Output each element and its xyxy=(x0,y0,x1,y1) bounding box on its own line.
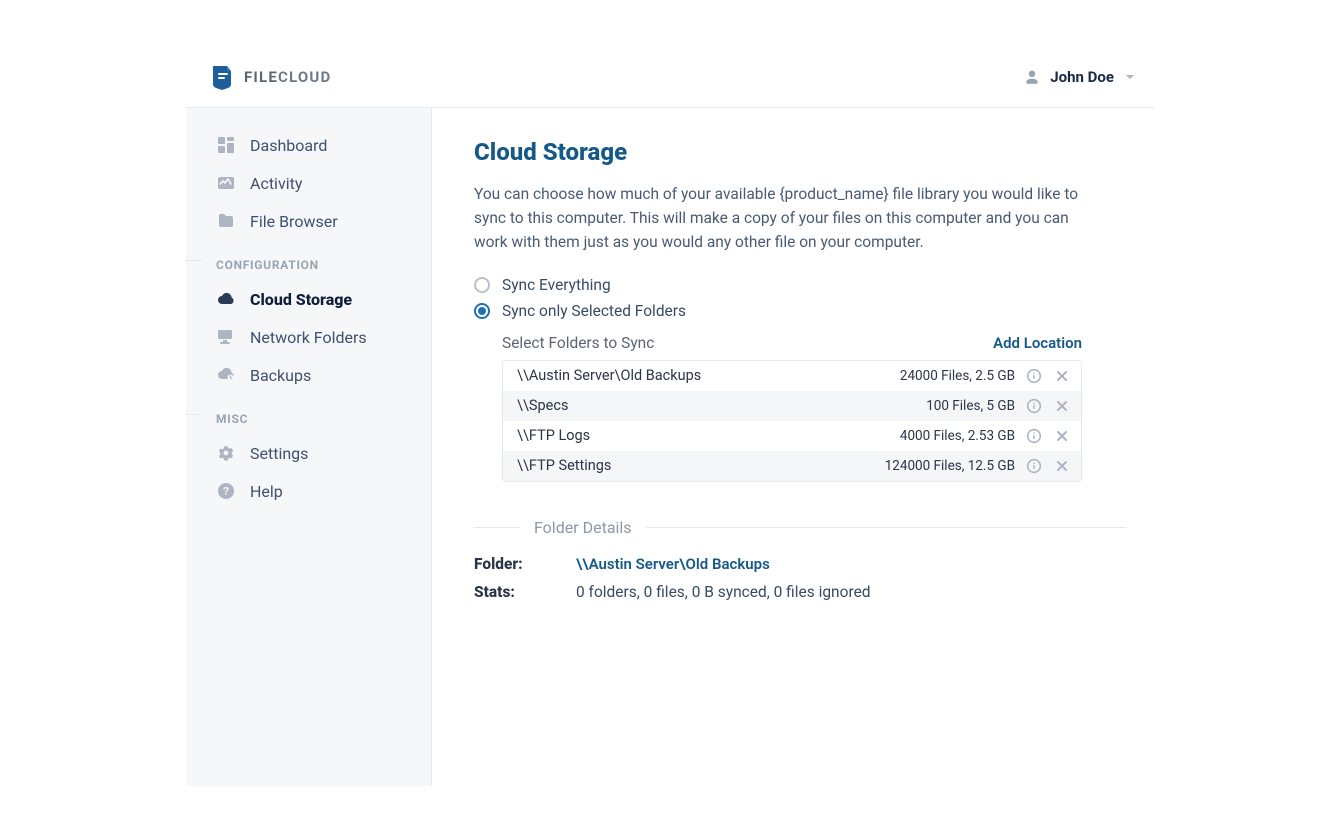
folders-table: \\Austin Server\Old Backups 24000 Files, … xyxy=(502,360,1082,482)
brand-text-strong: FILE xyxy=(244,68,278,86)
row-actions xyxy=(1025,457,1071,475)
svg-text:?: ? xyxy=(223,486,230,498)
add-location-link[interactable]: Add Location xyxy=(993,334,1082,352)
sidebar-section-title: MISC xyxy=(186,394,421,434)
backups-icon xyxy=(216,365,236,385)
settings-icon xyxy=(216,443,236,463)
details-heading: Folder Details xyxy=(534,518,632,537)
sidebar-item-network-folders[interactable]: Network Folders xyxy=(186,318,421,356)
row-path: \\FTP Logs xyxy=(517,427,890,444)
table-row[interactable]: \\FTP Settings 124000 Files, 12.5 GB xyxy=(503,451,1081,481)
panel-title: Select Folders to Sync xyxy=(502,334,654,352)
sidebar-item-help[interactable]: ? Help xyxy=(186,472,421,510)
radio-sync-everything[interactable]: Sync Everything xyxy=(474,276,1126,294)
close-icon[interactable] xyxy=(1053,397,1071,415)
close-icon[interactable] xyxy=(1053,457,1071,475)
user-menu[interactable]: John Doe xyxy=(1024,68,1136,86)
row-actions xyxy=(1025,427,1071,445)
help-icon: ? xyxy=(216,481,236,501)
sidebar-item-settings[interactable]: Settings xyxy=(186,434,421,472)
brand-text-light: CLOUD xyxy=(278,68,331,86)
sidebar-item-label: Dashboard xyxy=(250,136,327,155)
radio-label: Sync Everything xyxy=(502,276,611,294)
row-meta: 100 Files, 5 GB xyxy=(926,398,1015,414)
table-row[interactable]: \\Specs 100 Files, 5 GB xyxy=(503,391,1081,421)
row-path: \\Austin Server\Old Backups xyxy=(517,367,890,384)
sidebar-item-label: File Browser xyxy=(250,212,338,231)
brand: FILECLOUD xyxy=(212,64,331,90)
details-kv: Folder: \\Austin Server\Old Backups Stat… xyxy=(474,555,1126,601)
sidebar-item-file-browser[interactable]: File Browser xyxy=(186,202,421,240)
kv-stats-label: Stats: xyxy=(474,583,552,601)
row-path: \\FTP Settings xyxy=(517,457,875,474)
content: Cloud Storage You can choose how much of… xyxy=(432,108,1154,786)
dashboard-icon xyxy=(216,135,236,155)
activity-icon xyxy=(216,173,236,193)
kv-stats-value: 0 folders, 0 files, 0 B synced, 0 files … xyxy=(576,583,1126,601)
radio-dot xyxy=(474,277,490,293)
radio-dot xyxy=(474,303,490,319)
divider-right xyxy=(646,527,1126,528)
info-icon[interactable] xyxy=(1025,397,1043,415)
user-name: John Doe xyxy=(1050,68,1114,86)
row-meta: 24000 Files, 2.5 GB xyxy=(900,368,1015,384)
info-icon[interactable] xyxy=(1025,427,1043,445)
sync-radio-group: Sync Everything Sync only Selected Folde… xyxy=(474,276,1126,320)
sidebar-item-backups[interactable]: Backups xyxy=(186,356,421,394)
row-path: \\Specs xyxy=(517,397,916,414)
sidebar-item-dashboard[interactable]: Dashboard xyxy=(186,126,421,164)
folder-details: Folder Details Folder: \\Austin Server\O… xyxy=(474,518,1126,601)
info-icon[interactable] xyxy=(1025,457,1043,475)
table-row[interactable]: \\Austin Server\Old Backups 24000 Files, … xyxy=(503,361,1081,391)
folders-panel: Select Folders to Sync Add Location \\Au… xyxy=(502,334,1082,482)
row-meta: 4000 Files, 2.53 GB xyxy=(900,428,1015,444)
network-folders-icon xyxy=(216,327,236,347)
app-window: FILECLOUD John Doe Dashboard Activity File… xyxy=(186,46,1154,786)
sidebar-item-activity[interactable]: Activity xyxy=(186,164,421,202)
cloud-storage-icon xyxy=(216,289,236,309)
sidebar-item-label: Backups xyxy=(250,366,311,385)
close-icon[interactable] xyxy=(1053,367,1071,385)
divider-left xyxy=(474,527,520,528)
sidebar-section-title: CONFIGURATION xyxy=(186,240,421,280)
table-row[interactable]: \\FTP Logs 4000 Files, 2.53 GB xyxy=(503,421,1081,451)
kv-folder-label: Folder: xyxy=(474,555,552,573)
panel-head: Select Folders to Sync Add Location xyxy=(502,334,1082,352)
row-meta: 124000 Files, 12.5 GB xyxy=(885,458,1015,474)
sidebar-item-label: Network Folders xyxy=(250,328,367,347)
sidebar: Dashboard Activity File Browser CONFIGURATI… xyxy=(186,108,432,786)
sidebar-item-label: Help xyxy=(250,482,283,501)
brand-text: FILECLOUD xyxy=(244,68,331,86)
page-lead: You can choose how much of your availabl… xyxy=(474,182,1094,254)
file-browser-icon xyxy=(216,211,236,231)
row-actions xyxy=(1025,367,1071,385)
kv-folder-value[interactable]: \\Austin Server\Old Backups xyxy=(576,555,1126,573)
sidebar-item-label: Activity xyxy=(250,174,302,193)
sidebar-item-label: Settings xyxy=(250,444,308,463)
sidebar-item-cloud-storage[interactable]: Cloud Storage xyxy=(186,280,421,318)
close-icon[interactable] xyxy=(1053,427,1071,445)
info-icon[interactable] xyxy=(1025,367,1043,385)
brand-logo-icon xyxy=(212,64,234,90)
details-heading-wrap: Folder Details xyxy=(474,518,1126,537)
nav: Dashboard Activity File Browser CONFIGURATI… xyxy=(186,126,421,510)
topbar: FILECLOUD John Doe xyxy=(186,46,1154,108)
radio-label: Sync only Selected Folders xyxy=(502,302,686,320)
body: Dashboard Activity File Browser CONFIGURATI… xyxy=(186,108,1154,786)
page-title: Cloud Storage xyxy=(474,138,1126,166)
sidebar-item-label: Cloud Storage xyxy=(250,290,352,309)
row-actions xyxy=(1025,397,1071,415)
user-icon xyxy=(1024,69,1040,85)
chevron-down-icon xyxy=(1124,71,1136,83)
radio-sync-selected[interactable]: Sync only Selected Folders xyxy=(474,302,1126,320)
